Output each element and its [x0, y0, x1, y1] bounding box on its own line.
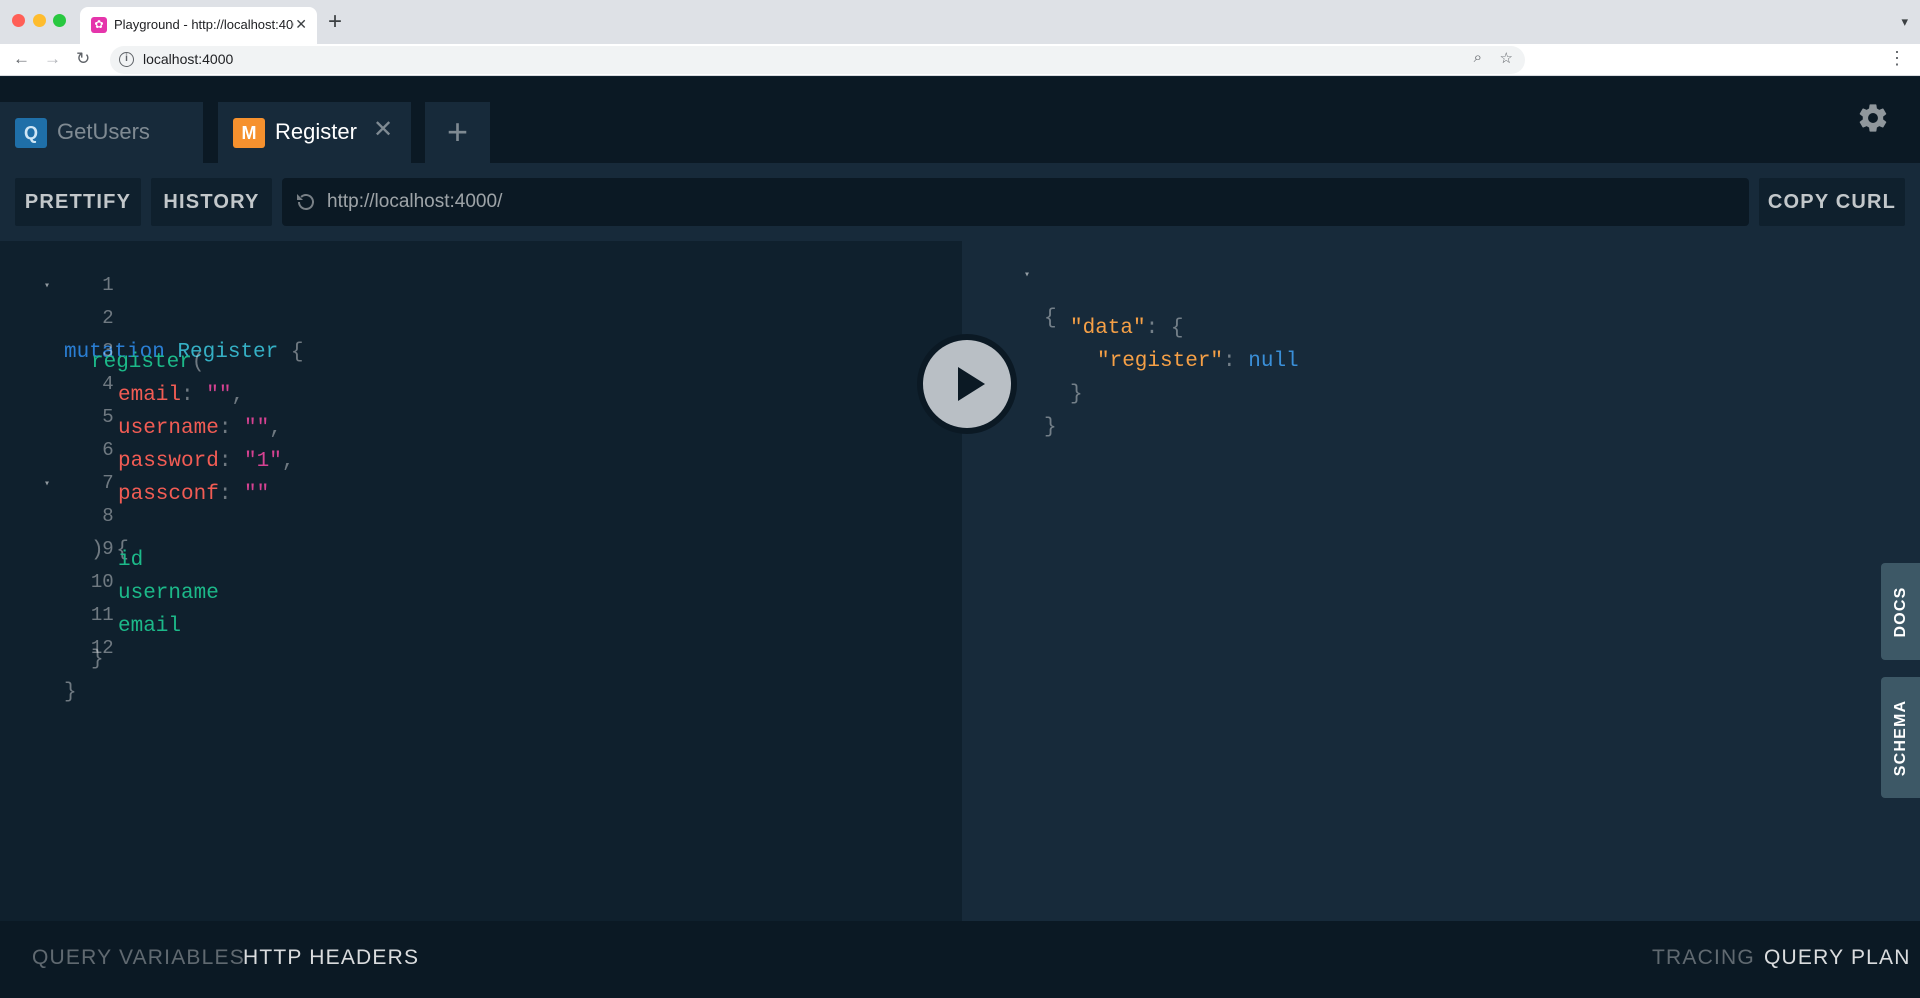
bottom-panel-bar: QUERY VARIABLES HTTP HEADERS TRACING QUE… [0, 921, 1920, 998]
graphql-favicon-icon: ✿ [91, 17, 107, 33]
reload-schema-icon[interactable] [294, 190, 318, 214]
query-tab-bar: Q GetUsers M Register ✕ + [0, 77, 1920, 163]
tab-search-caret-icon[interactable]: ▾ [1901, 14, 1908, 30]
code-line: 11 } [0, 602, 962, 671]
endpoint-input[interactable] [327, 178, 1727, 226]
line-number: 7 [102, 472, 114, 494]
browser-tab-strip: ✿ Playground - http://localhost:4000 ✕ +… [0, 0, 1920, 44]
line-number: 4 [102, 373, 114, 395]
code-line: 3 email: "", [0, 338, 962, 407]
line-number: 3 [102, 340, 114, 362]
tab-label: GetUsers [57, 119, 150, 144]
browser-toolbar: ← → ↻ i localhost:4000 ⌕ ☆ ⋮ [0, 44, 1920, 76]
add-tab-button[interactable]: + [425, 102, 490, 163]
tracing-tab[interactable]: TRACING [1652, 946, 1755, 970]
code-line: 4 username: "", [0, 371, 962, 440]
punctuation: } [64, 681, 77, 704]
window-maximize-button[interactable] [53, 14, 66, 27]
result-line: } [962, 393, 1862, 439]
prettify-button[interactable]: PRETTIFY [15, 178, 141, 226]
line-number: 12 [90, 637, 114, 659]
site-info-icon[interactable]: i [119, 52, 134, 67]
schema-side-tab[interactable]: SCHEMA [1881, 677, 1920, 798]
code-line: 8 id [0, 503, 962, 572]
result-viewer[interactable]: ▾ { "data": { "register": null } } DOCS … [962, 241, 1920, 921]
result-line: } [962, 360, 1862, 406]
line-number: 10 [90, 571, 114, 593]
tab-getusers[interactable]: Q GetUsers [0, 102, 203, 163]
query-plan-tab[interactable]: QUERY PLAN [1764, 946, 1911, 970]
fold-arrow-icon[interactable]: ▾ [1024, 269, 1030, 281]
history-button[interactable]: HISTORY [151, 178, 272, 226]
line-number: 5 [102, 406, 114, 428]
address-bar[interactable]: i localhost:4000 ⌕ ☆ [110, 46, 1525, 74]
result-line: "data": { [962, 294, 1862, 340]
query-editor[interactable]: 1 ▾ mutation Register { 2 register( 3 em… [0, 241, 962, 921]
docs-label: DOCS [1891, 585, 1909, 638]
zoom-icon[interactable]: ⌕ [1474, 49, 1482, 66]
reload-icon[interactable]: ↻ [76, 47, 90, 71]
copy-curl-button[interactable]: COPY CURL [1759, 178, 1905, 226]
tab-label: Register [275, 119, 357, 144]
close-tab-icon[interactable]: ✕ [295, 16, 307, 33]
mutation-badge: M [233, 118, 265, 148]
result-line: ▾ { [962, 261, 1862, 330]
code-line: 2 register( [0, 305, 962, 374]
query-variables-tab[interactable]: QUERY VARIABLES [32, 946, 245, 970]
line-number: 11 [90, 604, 114, 626]
editor-toolbar: PRETTIFY HISTORY COPY CURL [0, 163, 1920, 241]
code-line: 1 ▾ mutation Register { [0, 272, 962, 364]
tab-register[interactable]: M Register ✕ [218, 102, 411, 163]
punctuation: } [1044, 416, 1057, 439]
back-icon[interactable]: ← [13, 47, 30, 71]
settings-gear-icon[interactable] [1856, 101, 1890, 135]
play-icon [958, 367, 985, 401]
browser-tab[interactable]: ✿ Playground - http://localhost:4000 ✕ [80, 7, 317, 44]
execute-query-button[interactable] [917, 334, 1017, 434]
browser-menu-icon[interactable]: ⋮ [1888, 48, 1906, 69]
line-number: 1 [102, 274, 114, 296]
address-url[interactable]: localhost:4000 [143, 51, 233, 67]
line-number: 2 [102, 307, 114, 329]
http-headers-tab[interactable]: HTTP HEADERS [243, 946, 419, 970]
code-line: 5 password: "1", [0, 404, 962, 473]
result-line: "register": null [962, 327, 1862, 373]
fold-arrow-icon[interactable]: ▾ [44, 280, 50, 292]
docs-side-tab[interactable]: DOCS [1881, 563, 1920, 660]
code-line: 12 } [0, 635, 962, 704]
code-line: 9 username [0, 536, 962, 605]
code-line: 10 email [0, 569, 962, 638]
browser-tab-title: Playground - http://localhost:4000 [114, 17, 294, 32]
play-button-face [923, 340, 1011, 428]
new-tab-button[interactable]: + [328, 8, 342, 36]
code-line: 6 passconf: "" [0, 437, 962, 506]
line-number: 9 [102, 538, 114, 560]
line-number: 8 [102, 505, 114, 527]
query-badge: Q [15, 118, 47, 148]
close-tab-icon[interactable]: ✕ [373, 115, 393, 144]
code-line: 7 ▾ ) { [0, 470, 962, 562]
line-number: 6 [102, 439, 114, 461]
forward-icon[interactable]: → [44, 47, 61, 71]
window-minimize-button[interactable] [33, 14, 46, 27]
bookmark-star-icon[interactable]: ☆ [1500, 49, 1513, 67]
plus-icon: + [446, 111, 469, 152]
fold-arrow-icon[interactable]: ▾ [44, 478, 50, 490]
window-close-button[interactable] [12, 14, 25, 27]
schema-label: SCHEMA [1891, 699, 1909, 776]
endpoint-bar [282, 178, 1749, 226]
graphql-playground: Q GetUsers M Register ✕ + PRETTIFY HISTO… [0, 77, 1920, 998]
